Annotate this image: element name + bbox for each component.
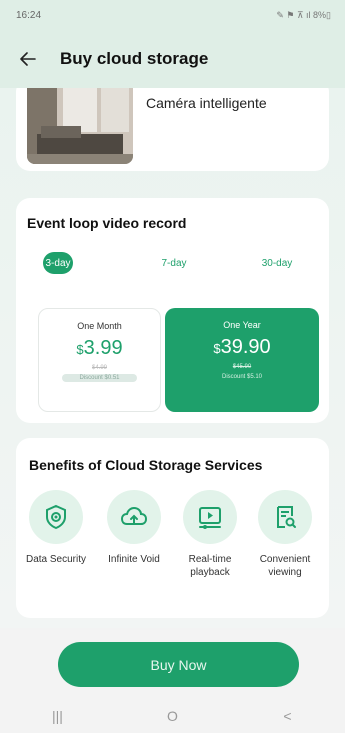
- plan-currency: $: [213, 341, 221, 356]
- system-nav-bar: ||| O <: [0, 698, 345, 733]
- shield-eye-icon: [46, 504, 66, 530]
- event-record-card: Event loop video record 3-day 7-day 30-d…: [16, 198, 329, 423]
- benefit-label: Infinite Void: [108, 554, 160, 565]
- arrow-left-icon: [20, 52, 36, 66]
- header: Buy cloud storage: [0, 30, 345, 88]
- camera-name: Caméra intelligente: [146, 95, 267, 111]
- tab-3-day[interactable]: 3-day: [43, 252, 73, 274]
- status-icons: ✎ ⚑ ⊼ ıl 8%▯: [276, 9, 331, 20]
- plan-amount: 3.99: [83, 337, 123, 359]
- plan-amount: 39.90: [220, 336, 271, 358]
- page-title: Buy cloud storage: [60, 49, 209, 68]
- scroll-content[interactable]: Caméra intelligente Event loop video rec…: [0, 88, 345, 628]
- benefit-real-time-playback: Real-time playback: [175, 490, 245, 579]
- video-play-icon: [199, 507, 221, 529]
- benefit-icon-circle: [258, 490, 312, 544]
- status-bar: 16:24 ✎ ⚑ ⊼ ıl 8%▯: [0, 0, 345, 30]
- benefit-icon-circle: [107, 490, 161, 544]
- back-button[interactable]: [20, 39, 60, 79]
- plan-name: One Month: [77, 321, 122, 331]
- benefit-icon-circle: [183, 490, 237, 544]
- benefit-data-security: Data Security: [21, 490, 91, 566]
- plan-name: One Year: [223, 320, 261, 330]
- plan-old-price: $45.90: [232, 364, 252, 370]
- plan-discount: Discount $0.51: [62, 374, 137, 382]
- bottom-action-area: Buy Now: [0, 628, 345, 698]
- plan-one-year[interactable]: One Year $39.90 $45.90 Discount $5.10: [165, 308, 319, 412]
- plan-discount: Discount $5.10: [221, 374, 263, 380]
- benefits-card: Benefits of Cloud Storage Services Data …: [16, 438, 329, 618]
- plan-currency: $: [76, 342, 84, 357]
- benefit-label: Real-time playback: [188, 554, 232, 578]
- benefit-convenient-viewing: Convenient viewing: [250, 490, 320, 579]
- tab-30-day[interactable]: 30-day: [254, 252, 300, 274]
- plan-one-month[interactable]: One Month $3.99 $4.99 Discount $0.51: [38, 308, 161, 412]
- home-button[interactable]: O: [143, 708, 203, 724]
- plan-price: $39.90: [165, 336, 319, 359]
- document-search-icon: [277, 506, 296, 528]
- benefits-title: Benefits of Cloud Storage Services: [29, 457, 263, 473]
- event-record-title: Event loop video record: [27, 215, 187, 231]
- recents-button[interactable]: |||: [28, 708, 88, 724]
- benefit-label: Convenient viewing: [259, 554, 311, 578]
- status-time: 16:24: [16, 9, 42, 21]
- back-nav-button[interactable]: <: [258, 708, 318, 724]
- camera-card[interactable]: Caméra intelligente: [16, 88, 329, 171]
- tab-7-day[interactable]: 7-day: [154, 252, 194, 274]
- benefit-infinite-void: Infinite Void: [99, 490, 169, 566]
- benefit-icon-circle: [29, 490, 83, 544]
- buy-now-button[interactable]: Buy Now: [58, 642, 299, 687]
- plan-price: $3.99: [39, 337, 160, 360]
- cloud-upload-icon: [120, 506, 148, 525]
- plan-old-price: $4.99: [91, 365, 107, 371]
- camera-thumbnail: [27, 88, 133, 164]
- benefit-label: Data Security: [25, 554, 87, 565]
